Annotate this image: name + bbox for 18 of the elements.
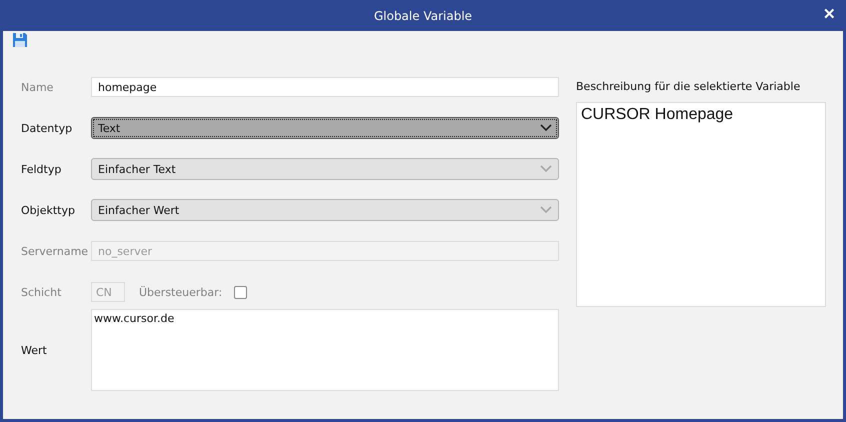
value-textarea[interactable]: www.cursor.de <box>91 309 559 391</box>
field-label: Wert <box>21 344 48 356</box>
field-label: Name <box>21 80 54 94</box>
description-textarea[interactable]: CURSOR Homepage <box>576 102 826 307</box>
dropdown[interactable]: Text <box>91 117 559 139</box>
chevron-icon <box>540 165 552 173</box>
save-icon[interactable] <box>13 33 27 47</box>
field-label: Feldtyp <box>21 162 62 176</box>
field-label: Datentyp <box>21 122 74 134</box>
checkbox-label: Übersteuerbar: <box>139 286 222 298</box>
description-label: Beschreibung für die selektierte Variable <box>576 80 802 93</box>
field-label: Objekttyp <box>21 204 76 216</box>
chevron-icon <box>540 206 552 214</box>
field-label: Servername <box>21 244 90 258</box>
chevron-icon <box>540 124 552 132</box>
window-title: Globale Variable <box>374 8 472 22</box>
close-button[interactable]: ✕ <box>821 5 838 23</box>
field-label: Schicht <box>21 286 62 298</box>
